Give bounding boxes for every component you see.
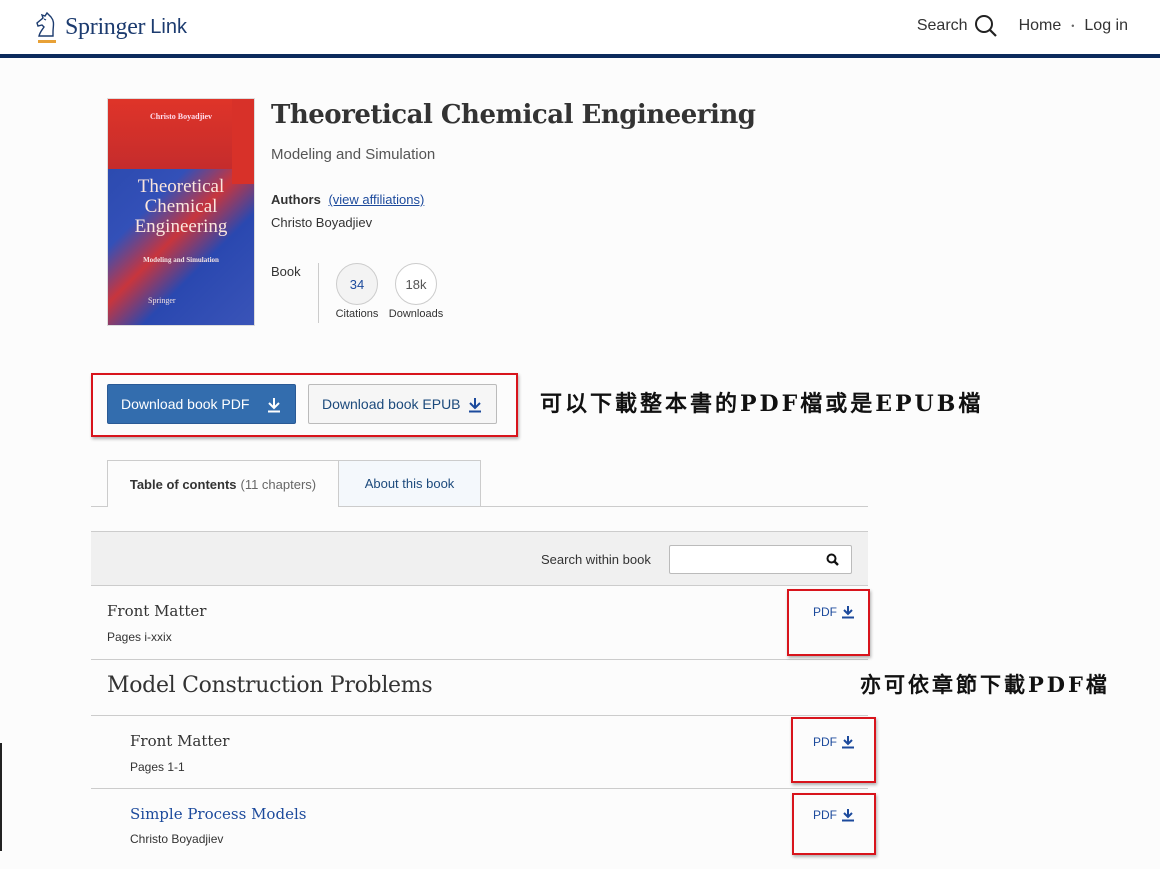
cover-publisher: Springer <box>148 296 176 305</box>
annotation-chapter-note: 亦可依章節下載PDF檔 <box>860 672 1110 697</box>
book-cover: Christo Boyadjiev Theoretical Chemical E… <box>107 98 255 326</box>
search-icon <box>974 15 997 37</box>
springer-link-logo[interactable]: Springer Link <box>33 10 187 44</box>
citations-count: 34 <box>336 263 378 305</box>
toc-item-pages: Pages i-xxix <box>107 630 172 644</box>
toc-item-title[interactable]: Front Matter <box>107 602 206 620</box>
view-affiliations-link[interactable]: (view affiliations) <box>328 192 424 207</box>
downloads-metric: 18k Downloads <box>386 263 446 320</box>
meta-divider <box>318 263 319 323</box>
part-title: Model Construction Problems <box>107 673 433 698</box>
download-book-pdf-button[interactable]: Download book PDF <box>107 384 296 424</box>
brand-name: Springer <box>65 13 146 40</box>
logo-underline <box>38 40 56 43</box>
cover-author: Christo Boyadjiev <box>150 112 212 121</box>
annotation-download-note: 可以下載整本書的PDF檔或是EPUB檔 <box>540 391 984 417</box>
search-submit-icon[interactable] <box>826 553 839 566</box>
cover-subtitle: Modeling and Simulation <box>143 256 219 264</box>
annotation-box-pdf <box>787 589 870 656</box>
chapter-author: Christo Boyadjiev <box>130 832 224 846</box>
top-nav: Search Home • Log in <box>917 14 1128 38</box>
window-edge <box>0 743 2 851</box>
book-subtitle: Modeling and Simulation <box>271 146 436 163</box>
nav-search-label: Search <box>916 17 968 34</box>
download-icon <box>469 398 481 413</box>
site-header: Springer Link Search Home • Log in <box>0 0 1160 58</box>
tab-about-this-book[interactable]: About this book <box>338 460 481 506</box>
toc-row: Front Matter Pages 1-1 PDF <box>91 716 868 789</box>
search-within-book-field[interactable] <box>669 545 852 574</box>
cover-title: Theoretical Chemical Engineering <box>134 176 228 237</box>
chapter-title-link[interactable]: Simple Process Models <box>130 805 306 823</box>
nav-separator: • <box>1071 21 1075 31</box>
nav-search-button[interactable]: Search <box>917 14 998 38</box>
author-name: Christo Boyadjiev <box>271 215 373 230</box>
annotation-box-pdf <box>792 793 876 855</box>
brand-suffix: Link <box>150 15 187 38</box>
citations-metric[interactable]: 34 Citations <box>327 263 387 320</box>
authors-heading: Authors (view affiliations) <box>271 192 425 207</box>
springer-horse-icon <box>33 10 59 44</box>
downloads-count: 18k <box>395 263 437 305</box>
book-title: Theoretical Chemical Engineering <box>271 100 756 130</box>
search-within-book-input[interactable] <box>670 546 820 573</box>
downloads-label: Downloads <box>388 308 444 320</box>
toc-item-title[interactable]: Front Matter <box>130 732 229 750</box>
content-type: Book <box>271 264 301 279</box>
tab-table-of-contents[interactable]: Table of contents (11 chapters) <box>107 460 339 507</box>
toc-row: Simple Process Models Christo Boyadjiev … <box>91 789 868 869</box>
annotation-box-pdf <box>791 717 876 783</box>
chapter-count: (11 chapters) <box>240 476 317 492</box>
nav-login-link[interactable]: Log in <box>1084 17 1128 35</box>
toc-row-front-matter: Front Matter Pages i-xxix PDF <box>91 586 868 660</box>
nav-home-link[interactable]: Home <box>1019 17 1062 35</box>
toc-item-pages: Pages 1-1 <box>130 760 185 774</box>
search-within-book-label: Search within book <box>541 552 651 567</box>
download-book-epub-button[interactable]: Download book EPUB <box>308 384 497 424</box>
download-icon <box>268 398 280 413</box>
citations-label: Citations <box>335 308 379 320</box>
